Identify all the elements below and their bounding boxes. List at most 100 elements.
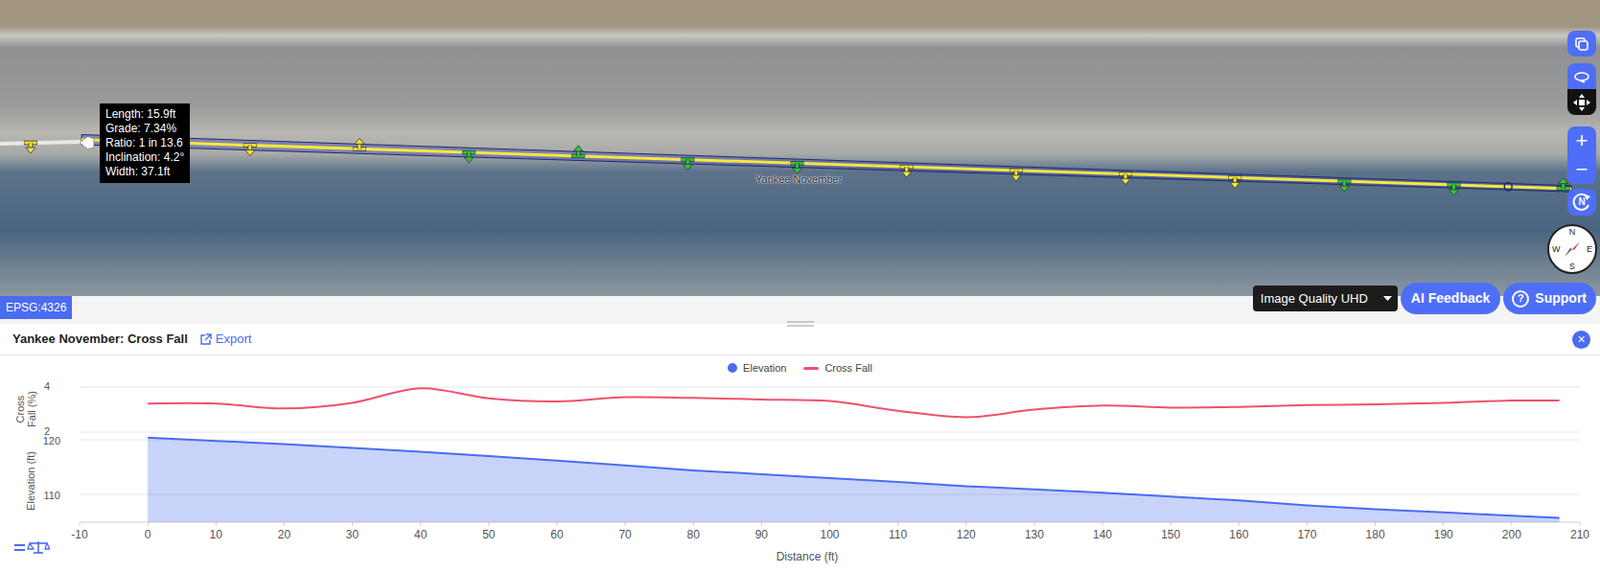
measurement-line: Width: 37.1ft <box>105 164 185 180</box>
axis-tick: 90 <box>755 528 769 542</box>
route-corridor[interactable] <box>81 135 1572 193</box>
rotate-button[interactable] <box>1567 63 1597 90</box>
axis-tick: 140 <box>1092 528 1113 542</box>
map[interactable]: Yankee November Length: 15.9ftGrade: 7.3… <box>0 0 1600 325</box>
elevation-line[interactable] <box>147 438 1560 519</box>
tick-mark <box>1238 522 1240 527</box>
axis-tick: 210 <box>1570 528 1590 542</box>
x-axis-title: Distance (ft) <box>776 550 839 564</box>
cross-fall-arrow <box>462 152 476 163</box>
tick-mark <box>693 522 695 527</box>
chart-plot: 42120110-1001020304050607080901001101201… <box>0 380 1600 572</box>
tick-mark <box>625 522 627 527</box>
tick-mark <box>556 522 557 527</box>
route-line[interactable] <box>81 139 1572 189</box>
axis-tick: 30 <box>346 528 360 542</box>
axis-tick: 0 <box>144 528 152 542</box>
arrow-icon <box>1228 177 1242 188</box>
layers-button[interactable] <box>1567 30 1597 57</box>
measurement-tooltip: Length: 15.9ftGrade: 7.34%Ratio: 1 in 13… <box>99 103 190 184</box>
tick-mark <box>1102 522 1104 527</box>
compass-north: N <box>1569 227 1577 237</box>
compass-south: S <box>1569 261 1576 272</box>
axis-tick: 50 <box>482 528 496 542</box>
axis-tick: 120 <box>43 435 61 447</box>
arrow-icon <box>1118 174 1133 186</box>
ai-feedback-button[interactable]: AI Feedback <box>1400 282 1501 315</box>
crs-badge: EPSG:4326 <box>0 296 72 320</box>
close-button[interactable]: × <box>1572 330 1591 349</box>
dropdown-caret-icon <box>1383 296 1392 302</box>
axis-tick: 200 <box>1502 528 1522 542</box>
zoom-out-button[interactable]: − <box>1567 155 1597 185</box>
cross-fall-arrow <box>243 145 257 157</box>
tick-mark <box>215 522 217 527</box>
tick-mark <box>761 522 763 527</box>
panel-title: Yankee November: Cross Fall <box>12 329 188 349</box>
gridline <box>79 387 1580 389</box>
axis-tick: 170 <box>1297 528 1317 542</box>
start-handle[interactable] <box>79 137 94 150</box>
previous-segment[interactable] <box>0 141 82 144</box>
legend-item[interactable]: Cross Fall <box>803 360 873 377</box>
tick-mark <box>965 522 967 527</box>
axis-tick: 110 <box>43 489 61 502</box>
axis-tick: 70 <box>618 528 632 542</box>
arrow-icon <box>23 142 38 154</box>
cross-fall-arrow <box>900 166 914 178</box>
export-link[interactable]: Export <box>199 329 253 349</box>
north-label: N <box>1577 197 1585 208</box>
axis-tick: 10 <box>209 528 224 542</box>
legend-label: Elevation <box>742 360 787 377</box>
cross-fall-arrow <box>1228 177 1242 188</box>
axis-tick: 40 <box>414 528 428 542</box>
legend-marker <box>727 363 738 373</box>
arrow-icon <box>243 145 257 157</box>
pan-button[interactable] <box>1567 89 1597 116</box>
arrow-icon <box>462 152 476 163</box>
legend-label: Cross Fall <box>824 360 873 377</box>
external-link-icon <box>199 333 212 347</box>
gridline <box>79 432 1580 434</box>
map-toolbar: + − N N E S W <box>1547 30 1598 275</box>
cross-fall-line[interactable] <box>147 388 1560 418</box>
arrow-icon <box>790 162 805 174</box>
arrow-icon <box>900 166 914 178</box>
arrow-icon <box>571 145 585 157</box>
cross-fall-arrow <box>680 160 695 171</box>
layers-icon <box>1574 36 1590 52</box>
elevation-area <box>147 438 1560 523</box>
elevation-axis-title: Elevation (ft) <box>24 442 37 520</box>
arrow-icon <box>680 160 695 171</box>
measurement-line: Ratio: 1 in 13.6 <box>105 136 185 151</box>
arrow-icon <box>1447 185 1461 196</box>
axis-tick: -10 <box>70 528 89 542</box>
axis-tick: 110 <box>888 528 907 542</box>
tick-mark <box>1442 522 1444 527</box>
legend-item[interactable]: Elevation <box>727 360 787 377</box>
arrow-icon <box>1337 181 1351 192</box>
cross-fall-arrow <box>352 138 367 149</box>
measurement-line: Inclination: 4.2° <box>105 150 185 165</box>
help-icon: ? <box>1511 290 1530 308</box>
zoom-in-button[interactable]: + <box>1567 126 1597 156</box>
scale-toggle-icon[interactable] <box>13 539 50 556</box>
axis-tick: 100 <box>819 528 839 542</box>
axis-tick: 20 <box>278 528 292 542</box>
reset-north-button[interactable]: N <box>1567 188 1597 216</box>
axis-tick: 130 <box>1024 528 1044 542</box>
tick-mark <box>79 522 81 527</box>
support-button[interactable]: ? Support <box>1503 282 1597 315</box>
axis-tick: 80 <box>687 528 701 542</box>
cross-fall-arrow <box>790 162 805 174</box>
compass[interactable]: N E S W <box>1547 224 1598 275</box>
end-handle[interactable] <box>1504 183 1512 191</box>
resize-handle-icon[interactable] <box>787 320 814 328</box>
image-quality-select[interactable]: Image Quality UHD <box>1252 285 1398 312</box>
tick-mark <box>351 522 353 527</box>
tick-mark <box>1510 522 1512 527</box>
cross-fall-arrow <box>1447 185 1461 196</box>
route-overlay <box>0 0 1600 325</box>
export-label: Export <box>215 329 253 349</box>
tick-mark <box>1306 522 1308 527</box>
